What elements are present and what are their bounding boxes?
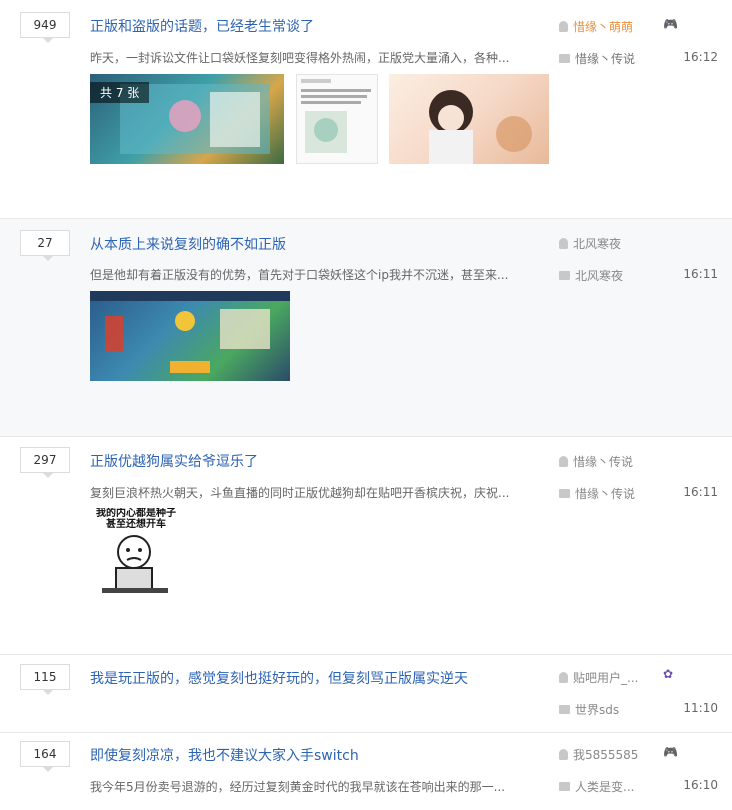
thread-item: 164 即使复刻凉凉，我也不建议大家入手switch 我今年5月份卖号退游的，经…	[0, 733, 732, 810]
thread-abstract: 昨天，一封诉讼文件让口袋妖怪复刻吧变得格外热闹，正版党大量涌入，各种...	[90, 51, 510, 65]
thread-abstract: 复刻巨浪杯热火朝天，斗鱼直播的同时正版优越狗却在贴吧开香槟庆祝，庆祝...	[90, 486, 510, 500]
thread-author[interactable]: 我5855585	[559, 746, 638, 763]
thread-image[interactable]	[296, 74, 378, 164]
game-controller-icon: 🎮	[663, 17, 678, 31]
author-name[interactable]: 惜缘丶萌萌	[573, 18, 633, 35]
reply-count: 949	[20, 12, 70, 43]
reply-count: 297	[20, 447, 70, 478]
person-icon	[559, 456, 568, 467]
reply-bubble-icon	[559, 271, 570, 280]
person-icon	[559, 672, 568, 683]
thread-image[interactable]	[90, 291, 290, 381]
reply-count: 115	[20, 664, 70, 695]
person-icon	[559, 21, 568, 32]
thread-item: 949 正版和盗版的话题，已经老生常谈了 昨天，一封诉讼文件让口袋妖怪复刻吧变得…	[0, 0, 732, 219]
reply-time: 16:10	[683, 778, 718, 792]
reply-bubble-icon	[559, 489, 570, 498]
thread-author[interactable]: 北风寒夜	[559, 235, 621, 252]
last-reply-name[interactable]: 人类是变...	[575, 778, 634, 795]
last-reply-user[interactable]: 惜缘丶传说	[559, 50, 635, 67]
level-badge-icon: ✿	[663, 667, 674, 681]
meme-image[interactable]: 我的内心都是种子 甚至还想开车	[90, 508, 182, 600]
reply-bubble-icon	[559, 705, 570, 714]
last-reply-user[interactable]: 惜缘丶传说	[559, 485, 635, 502]
last-reply-name[interactable]: 北风寒夜	[575, 267, 623, 284]
thread-item: 27 从本质上来说复刻的确不如正版 但是他却有着正版没有的优势，首先对于口袋妖怪…	[0, 219, 732, 437]
meme-figure	[102, 535, 168, 593]
thread-abstract: 我今年5月份卖号退游的，经历过复刻黄金时代的我早就该在苍响出来的那一...	[90, 780, 506, 794]
last-reply-name[interactable]: 惜缘丶传说	[575, 50, 635, 67]
author-name[interactable]: 惜缘丶传说	[573, 453, 633, 470]
last-reply-user[interactable]: 人类是变...	[559, 778, 634, 795]
thread-item: 115 我是玩正版的，感觉复刻也挺好玩的，但复刻骂正版属实逆天 贴吧用户_...…	[0, 655, 732, 733]
reply-time: 11:10	[683, 701, 718, 715]
thread-title[interactable]: 正版优越狗属实给爷逗乐了	[90, 451, 258, 471]
reply-time: 16:11	[683, 267, 718, 281]
reply-bubble-icon	[559, 54, 570, 63]
game-screenshot	[90, 291, 290, 373]
thread-item: 297 正版优越狗属实给爷逗乐了 复刻巨浪杯热火朝天，斗鱼直播的同时正版优越狗却…	[0, 437, 732, 655]
author-name[interactable]: 北风寒夜	[573, 235, 621, 252]
person-icon	[559, 238, 568, 249]
image-count-badge: 共 7 张	[90, 82, 150, 103]
reply-bubble-icon	[559, 782, 570, 791]
thread-title[interactable]: 从本质上来说复刻的确不如正版	[90, 234, 286, 254]
person-icon	[559, 749, 568, 760]
thread-author[interactable]: 贴吧用户_...	[559, 669, 638, 686]
thread-author[interactable]: 惜缘丶萌萌	[559, 18, 633, 35]
game-controller-icon: 🎮	[663, 745, 678, 759]
thread-image[interactable]: 共 7 张	[90, 74, 284, 164]
reply-count: 27	[20, 230, 70, 261]
reply-time: 16:12	[683, 50, 718, 64]
author-name[interactable]: 我5855585	[573, 746, 638, 763]
thread-author[interactable]: 惜缘丶传说	[559, 453, 633, 470]
last-reply-user[interactable]: 北风寒夜	[559, 267, 623, 284]
anime-illustration	[429, 90, 532, 164]
meme-caption: 我的内心都是种子 甚至还想开车	[96, 508, 176, 530]
last-reply-user[interactable]: 世界sds	[559, 701, 619, 718]
last-reply-name[interactable]: 世界sds	[575, 701, 619, 718]
thread-title[interactable]: 即使复刻凉凉，我也不建议大家入手switch	[90, 745, 359, 765]
thread-title[interactable]: 我是玩正版的，感觉复刻也挺好玩的，但复刻骂正版属实逆天	[90, 668, 468, 688]
post-screenshot	[301, 79, 371, 153]
reply-count: 164	[20, 741, 70, 772]
author-name[interactable]: 贴吧用户_...	[573, 669, 638, 686]
last-reply-name[interactable]: 惜缘丶传说	[575, 485, 635, 502]
reply-time: 16:11	[683, 485, 718, 499]
thread-image[interactable]	[389, 74, 549, 164]
thread-abstract: 但是他却有着正版没有的优势，首先对于口袋妖怪这个ip我并不沉迷，甚至来...	[90, 268, 509, 282]
thread-title[interactable]: 正版和盗版的话题，已经老生常谈了	[90, 16, 314, 36]
